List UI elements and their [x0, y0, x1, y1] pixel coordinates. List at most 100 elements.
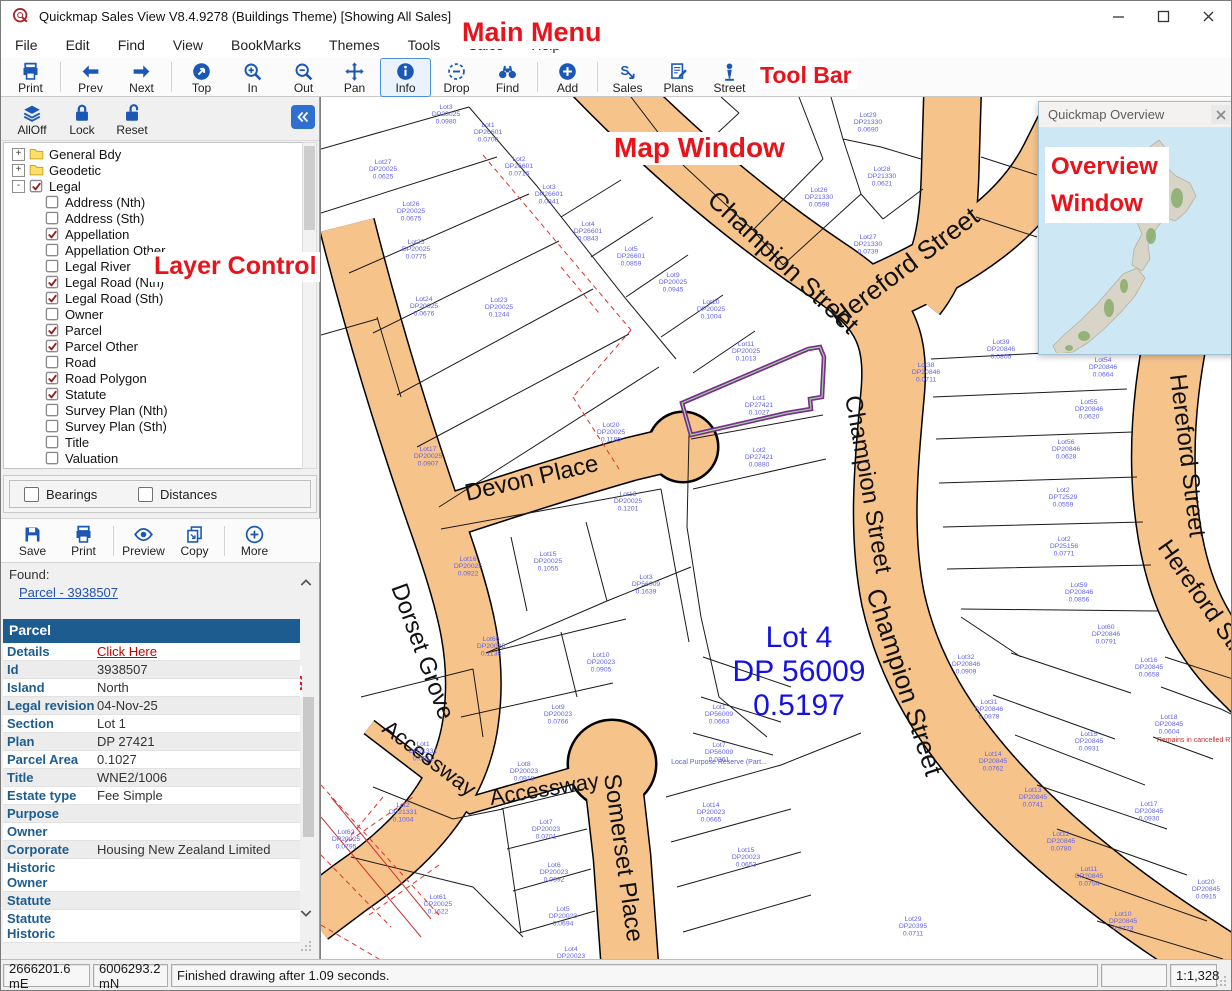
folder-icon[interactable]	[29, 163, 44, 177]
option-bearings-checkbox[interactable]: Bearings	[24, 487, 124, 502]
checkbox-icon[interactable]	[45, 435, 60, 449]
folder-icon[interactable]	[29, 147, 44, 161]
checkbox-icon[interactable]	[45, 195, 60, 209]
checkbox-icon[interactable]	[45, 227, 60, 241]
toolbar-in-button[interactable]: In	[227, 58, 278, 97]
checkbox-icon[interactable]	[45, 355, 60, 369]
details-print-button[interactable]: Print	[58, 521, 109, 560]
field-label: Details	[3, 643, 95, 660]
toolbar-sales-button[interactable]: SSales	[602, 58, 653, 97]
checkbox-icon[interactable]	[45, 291, 60, 305]
toolbar-add-button[interactable]: Add	[542, 58, 593, 97]
toolbar-plans-button[interactable]: Plans	[653, 58, 704, 97]
layer-item-parcel[interactable]: Parcel	[4, 322, 302, 338]
checkbox-icon[interactable]	[45, 323, 60, 337]
status-bar: 2666201.6 mE 6006293.2 mN Finished drawi…	[1, 959, 1231, 991]
layer-item-other[interactable]: +Other	[4, 466, 302, 469]
layer-lock-button[interactable]: Lock	[57, 99, 107, 139]
menu-file[interactable]: File	[1, 33, 52, 57]
checkbox-icon[interactable]	[45, 211, 60, 225]
layer-item-statute[interactable]: Statute	[4, 386, 302, 402]
checkbox-icon[interactable]	[45, 259, 60, 273]
found-parcel-link[interactable]: Parcel - 3938507	[19, 585, 118, 600]
details-copy-button[interactable]: Copy	[169, 521, 220, 560]
parcel-row-id: Id3938507	[3, 661, 300, 679]
layer-item-road[interactable]: Road	[4, 354, 302, 370]
checkbox-icon[interactable]	[138, 487, 153, 502]
details-more-button[interactable]: More	[229, 521, 280, 560]
toolbar-drop-button[interactable]: Drop	[431, 58, 482, 97]
layer-item-survey-plan-nth-[interactable]: Survey Plan (Nth)	[4, 402, 302, 418]
layer-item-legal[interactable]: -Legal	[4, 178, 302, 194]
layer-item-address-nth-[interactable]: Address (Nth)	[4, 194, 302, 210]
overview-window[interactable]: Quickmap Overview	[1038, 101, 1232, 355]
menu-bookmarks[interactable]: BookMarks	[217, 33, 315, 57]
menu-find[interactable]: Find	[104, 33, 159, 57]
plans-icon	[668, 61, 689, 82]
minimize-button[interactable]	[1096, 1, 1141, 31]
menu-view[interactable]: View	[159, 33, 217, 57]
top-icon	[191, 61, 212, 82]
layer-item-road-polygon[interactable]: Road Polygon	[4, 370, 302, 386]
layer-item-survey-plan-sth-[interactable]: Survey Plan (Sth)	[4, 418, 302, 434]
details-scroll-up[interactable]	[298, 575, 316, 593]
menu-tools[interactable]: Tools	[394, 33, 455, 57]
layer-item-owner[interactable]: Owner	[4, 306, 302, 322]
window-resize-grip[interactable]	[1214, 974, 1228, 988]
tree-expander-icon[interactable]: +	[12, 164, 25, 177]
toolbar-pan-button[interactable]: Pan	[329, 58, 380, 97]
layer-item-title[interactable]: Title	[4, 434, 302, 450]
layer-item-geodetic[interactable]: +Geodetic	[4, 162, 302, 178]
details-scroll-down[interactable]	[298, 905, 316, 923]
layer-item-valuation[interactable]: Valuation	[4, 450, 302, 466]
layer-item-legal-road-sth-[interactable]: Legal Road (Sth)	[4, 290, 302, 306]
toolbar-street-button[interactable]: Street	[704, 58, 755, 97]
checkbox-icon[interactable]	[45, 243, 60, 257]
option-distances-checkbox[interactable]: Distances	[138, 487, 238, 502]
toolbar-prev-button[interactable]: Prev	[65, 58, 116, 97]
layer-item-general-bdy[interactable]: +General Bdy	[4, 146, 302, 162]
menu-edit[interactable]: Edit	[52, 33, 104, 57]
checkbox-icon[interactable]	[45, 275, 60, 289]
toolbar-next-button[interactable]: Next	[116, 58, 167, 97]
layer-alloff-button[interactable]: AllOff	[7, 99, 57, 139]
found-label: Found:	[9, 567, 49, 582]
checkbox-icon[interactable]	[45, 307, 60, 321]
toolbar-find-button[interactable]: Find	[482, 58, 533, 97]
layer-reset-button[interactable]: Reset	[107, 99, 157, 139]
tree-expander-icon[interactable]: +	[12, 148, 25, 161]
checkbox-icon[interactable]	[45, 403, 60, 417]
checkbox-icon[interactable]	[29, 179, 44, 193]
maximize-button[interactable]	[1141, 1, 1186, 31]
checkbox-icon[interactable]	[45, 451, 60, 465]
collapse-panel-button[interactable]	[291, 105, 315, 129]
tree-expander-icon[interactable]: +	[12, 468, 25, 470]
details-toolbar: SavePrintPreviewCopyMore	[1, 518, 320, 563]
toolbar-out-button[interactable]: Out	[278, 58, 329, 97]
toolbar-print-button[interactable]: Print	[5, 58, 56, 97]
layer-tree-scrollbar[interactable]	[302, 142, 317, 469]
layer-item-appellation[interactable]: Appellation	[4, 226, 302, 242]
menu-themes[interactable]: Themes	[315, 33, 394, 57]
tree-expander-icon[interactable]: -	[12, 180, 25, 193]
checkbox-icon[interactable]	[45, 387, 60, 401]
close-button[interactable]	[1186, 1, 1231, 31]
found-results: Found: Parcel - 3938507	[9, 567, 118, 600]
details-preview-button[interactable]: Preview	[118, 521, 169, 560]
folder-icon[interactable]	[29, 467, 44, 469]
panel-resize-grip[interactable]	[299, 939, 313, 953]
toolbar-info-button[interactable]: Info	[380, 58, 431, 97]
checkbox-icon[interactable]	[24, 487, 39, 502]
layer-item-address-sth-[interactable]: Address (Sth)	[4, 210, 302, 226]
checkbox-icon[interactable]	[45, 339, 60, 353]
drop-icon	[446, 61, 467, 82]
overview-close-button[interactable]	[1211, 105, 1230, 124]
details-scrollbar[interactable]	[302, 637, 315, 987]
layer-label: Owner	[65, 307, 103, 322]
layer-item-parcel-other[interactable]: Parcel Other	[4, 338, 302, 354]
checkbox-icon[interactable]	[45, 371, 60, 385]
details-save-button[interactable]: Save	[7, 521, 58, 560]
field-value[interactable]: Click Here	[95, 643, 300, 660]
checkbox-icon[interactable]	[45, 419, 60, 433]
toolbar-top-button[interactable]: Top	[176, 58, 227, 97]
